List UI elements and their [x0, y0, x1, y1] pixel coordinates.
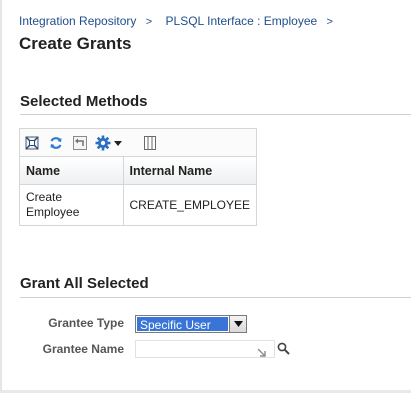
left-border — [0, 0, 2, 393]
table-row: Create Employee CREATE_EMPLOYEE — [20, 184, 256, 225]
grant-all-selected-heading: Grant All Selected — [20, 275, 149, 292]
method-name-cell: Create Employee — [20, 184, 124, 225]
grantee-type-selected-value: Specific User — [137, 317, 228, 332]
detach-icon[interactable] — [23, 134, 41, 152]
grantee-name-input[interactable] — [135, 340, 275, 358]
grantee-type-select[interactable]: Specific User — [135, 315, 247, 333]
settings-icon[interactable] — [95, 134, 123, 152]
breadcrumb: Integration Repository > PLSQL Interface… — [19, 14, 343, 28]
selected-methods-heading: Selected Methods — [20, 93, 148, 110]
section-divider — [20, 297, 411, 298]
internal-name-cell: CREATE_EMPLOYEE — [129, 197, 250, 212]
grantee-name-label: Grantee Name — [42, 342, 124, 356]
column-header-name[interactable]: Name — [20, 157, 124, 185]
breadcrumb-separator: > — [326, 16, 333, 28]
refresh-icon[interactable] — [47, 134, 65, 152]
breadcrumb-plsql-interface[interactable]: PLSQL Interface : Employee — [166, 14, 318, 28]
reset-icon[interactable] — [71, 134, 89, 152]
columns-icon[interactable] — [141, 134, 159, 152]
search-icon[interactable] — [277, 342, 290, 355]
chevron-down-icon[interactable] — [229, 316, 246, 332]
methods-grid: Name Internal Name Create Employee CREAT… — [20, 157, 256, 225]
section-divider — [20, 114, 411, 115]
page-title: Create Grants — [19, 34, 132, 53]
breadcrumb-separator: > — [145, 16, 153, 28]
column-header-internal-name[interactable]: Internal Name — [123, 157, 256, 185]
selected-methods-table: Name Internal Name Create Employee CREAT… — [19, 128, 257, 226]
grantee-type-label: Grantee Type — [48, 316, 124, 330]
breadcrumb-integration-repository[interactable]: Integration Repository — [19, 14, 136, 28]
table-toolbar — [20, 129, 256, 157]
clear-icon[interactable] — [257, 345, 267, 357]
